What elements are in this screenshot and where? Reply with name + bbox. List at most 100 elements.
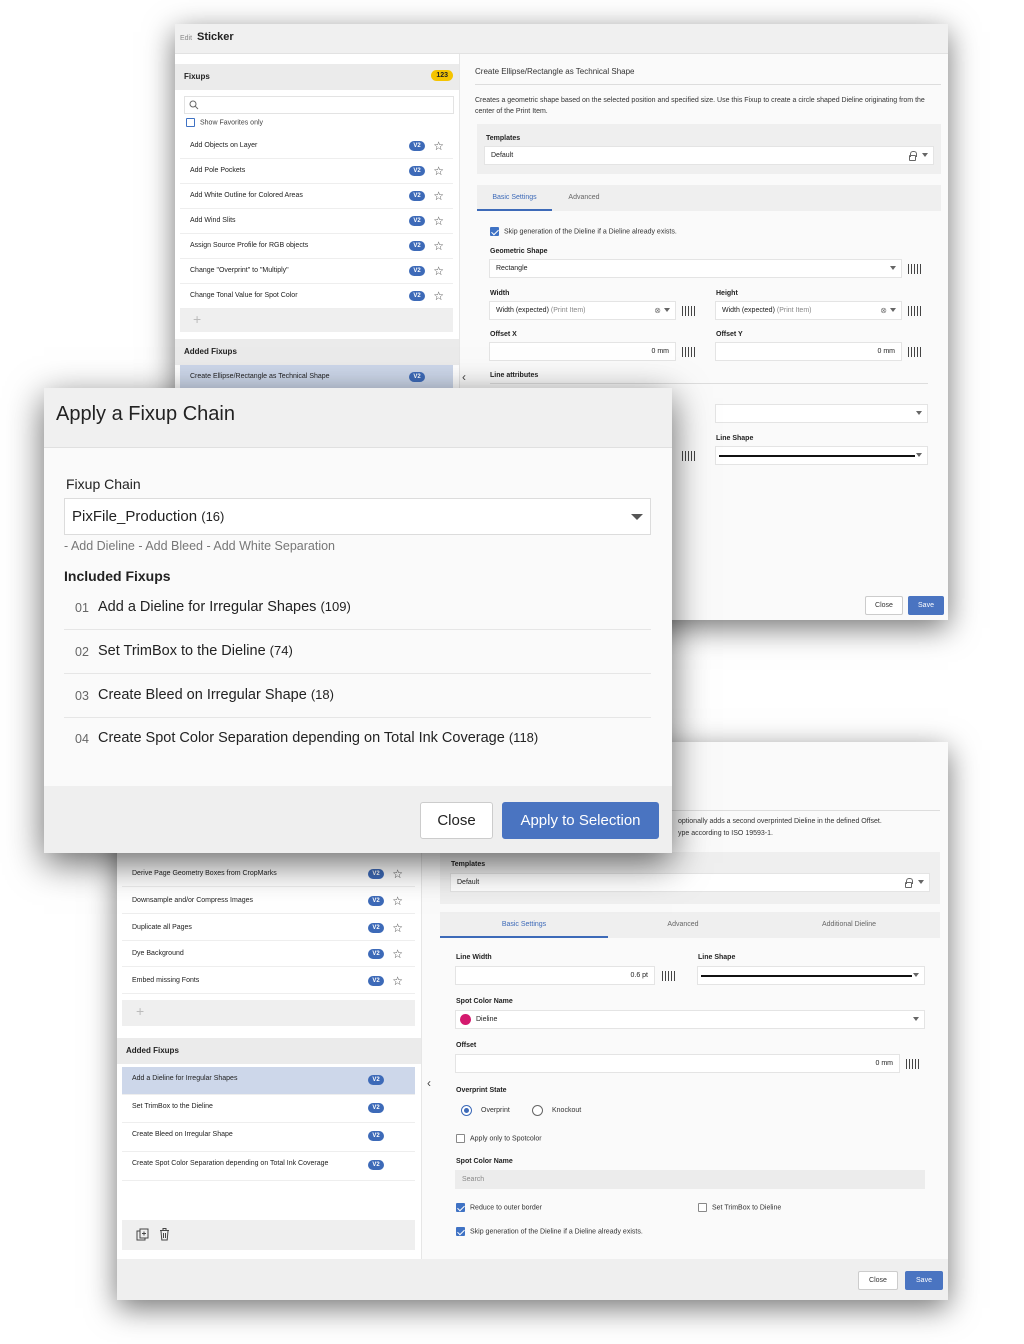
skip-generation-checkbox[interactable] xyxy=(456,1227,465,1236)
star-icon[interactable]: ☆ xyxy=(392,922,403,934)
fixup-description-line1: optionally adds a second overprinted Die… xyxy=(678,818,882,825)
apply-to-selection-button[interactable]: Apply to Selection xyxy=(502,802,659,839)
list-item[interactable]: Create Spot Color Separation depending o… xyxy=(122,1152,415,1181)
star-icon[interactable]: ☆ xyxy=(433,140,444,152)
spot-color-select[interactable]: Dieline xyxy=(455,1010,925,1029)
line-color-select[interactable] xyxy=(715,404,928,423)
skip-generation-option[interactable]: Skip generation of the Dieline if a Diel… xyxy=(456,1227,643,1236)
version-badge: V2 xyxy=(409,216,425,226)
list-item[interactable]: Assign Source Profile for RGB objects V2 ☆ xyxy=(180,234,453,259)
list-item[interactable]: Set TrimBox to the Dieline V2 xyxy=(122,1095,415,1123)
reduce-outer-checkbox[interactable] xyxy=(456,1203,465,1212)
close-button[interactable]: Close xyxy=(858,1271,898,1290)
close-button[interactable]: Close xyxy=(420,802,493,839)
skip-generation-checkbox[interactable] xyxy=(490,227,499,236)
tab-additional-dieline[interactable]: Additional Dieline xyxy=(758,912,940,938)
list-item[interactable]: Embed missing Fonts V2 ☆ xyxy=(122,969,415,994)
line-width-label: Line Width xyxy=(456,954,492,961)
variable-icon[interactable] xyxy=(908,347,922,357)
save-button[interactable]: Save xyxy=(905,1271,943,1290)
variable-icon[interactable] xyxy=(908,306,922,316)
show-favorites-toggle[interactable]: Show Favorites only xyxy=(186,118,263,127)
list-item[interactable]: Change "Overprint" to "Multiply" V2 ☆ xyxy=(180,259,453,284)
apply-only-spot-option[interactable]: Apply only to Spotcolor xyxy=(456,1134,542,1143)
offset-input[interactable]: 0 mm xyxy=(455,1054,900,1073)
templates-select[interactable]: Default xyxy=(484,146,934,165)
fixup-chain-select[interactable]: PixFile_Production (16) xyxy=(64,498,651,535)
line-width-input[interactable]: 0.6 pt xyxy=(455,966,655,985)
variable-icon[interactable] xyxy=(682,347,696,357)
list-item[interactable]: Add Objects on Layer V2 ☆ xyxy=(180,134,453,159)
list-item[interactable]: Add a Dieline for Irregular Shapes V2 xyxy=(122,1067,415,1095)
set-trimbox-checkbox[interactable] xyxy=(698,1203,707,1212)
variable-icon[interactable] xyxy=(906,1059,920,1069)
list-item[interactable]: Create Ellipse/Rectangle as Technical Sh… xyxy=(180,365,453,390)
added-fixups-label: Added Fixups xyxy=(184,347,237,356)
offset-x-input[interactable]: 0 mm xyxy=(489,342,676,361)
close-button[interactable]: Close xyxy=(865,596,903,615)
height-select[interactable]: Width (expected) (Print Item) ⊗ xyxy=(715,301,902,320)
item-name: Create Bleed on Irregular Shape xyxy=(98,687,307,703)
skip-generation-label: Skip generation of the Dieline if a Diel… xyxy=(470,1228,643,1236)
offset-y-input[interactable]: 0 mm xyxy=(715,342,902,361)
width-label: Width xyxy=(490,290,510,297)
list-item[interactable]: Add White Outline for Colored Areas V2 ☆ xyxy=(180,184,453,209)
variable-icon[interactable] xyxy=(682,451,696,461)
clear-icon[interactable]: ⊗ xyxy=(654,306,661,315)
list-item[interactable]: Add Pole Pockets V2 ☆ xyxy=(180,159,453,184)
star-icon[interactable]: ☆ xyxy=(433,215,444,227)
collapse-panel-icon[interactable]: ‹ xyxy=(427,1076,431,1090)
star-icon[interactable]: ☆ xyxy=(392,868,403,880)
list-item[interactable]: Downsample and/or Compress Images V2 ☆ xyxy=(122,889,415,914)
width-select[interactable]: Width (expected) (Print Item) ⊗ xyxy=(489,301,676,320)
show-favorites-checkbox[interactable] xyxy=(186,118,195,127)
geometric-shape-select[interactable]: Rectangle xyxy=(489,259,902,278)
trash-icon[interactable] xyxy=(159,1228,170,1241)
list-item: 02 Set TrimBox to the Dieline (74) xyxy=(64,631,651,674)
variable-icon[interactable] xyxy=(682,306,696,316)
chevron-down-icon xyxy=(890,266,896,270)
search-input[interactable] xyxy=(184,96,454,114)
save-button[interactable]: Save xyxy=(908,596,944,615)
star-icon[interactable]: ☆ xyxy=(433,165,444,177)
knockout-radio[interactable] xyxy=(532,1105,543,1116)
set-trimbox-option[interactable]: Set TrimBox to Dieline xyxy=(698,1203,781,1212)
tab-advanced[interactable]: Advanced xyxy=(608,912,758,938)
plus-icon[interactable]: + xyxy=(136,1003,144,1019)
star-icon[interactable]: ☆ xyxy=(433,190,444,202)
list-item[interactable]: Derive Page Geometry Boxes from CropMark… xyxy=(122,862,415,887)
clear-icon[interactable]: ⊗ xyxy=(880,306,887,315)
version-badge: V2 xyxy=(368,923,384,933)
tab-advanced[interactable]: Advanced xyxy=(552,185,616,211)
skip-generation-option[interactable]: Skip generation of the Dieline if a Diel… xyxy=(490,227,677,236)
list-item[interactable]: Add Wind Slits V2 ☆ xyxy=(180,209,453,234)
list-item[interactable]: Dye Background V2 ☆ xyxy=(122,942,415,967)
list-item[interactable]: Duplicate all Pages V2 ☆ xyxy=(122,916,415,941)
tab-basic-settings[interactable]: Basic Settings xyxy=(477,185,552,211)
duplicate-icon[interactable] xyxy=(136,1228,149,1241)
line-shape-select[interactable] xyxy=(715,446,928,465)
reduce-outer-option[interactable]: Reduce to outer border xyxy=(456,1203,542,1212)
list-item[interactable]: Create Bleed on Irregular Shape V2 xyxy=(122,1123,415,1152)
fixup-label: Embed missing Fonts xyxy=(132,977,200,984)
dialog-header: Apply a Fixup Chain xyxy=(44,388,672,448)
lock-icon[interactable] xyxy=(909,151,917,161)
tab-basic-settings[interactable]: Basic Settings xyxy=(440,912,608,938)
collapse-panel-icon[interactable]: ‹ xyxy=(462,370,466,384)
star-icon[interactable]: ☆ xyxy=(433,265,444,277)
star-icon[interactable]: ☆ xyxy=(392,948,403,960)
list-item[interactable]: Change Tonal Value for Spot Color V2 ☆ xyxy=(180,284,453,309)
star-icon[interactable]: ☆ xyxy=(433,290,444,302)
lock-icon[interactable] xyxy=(905,878,913,888)
plus-icon[interactable]: + xyxy=(193,311,201,327)
variable-icon[interactable] xyxy=(908,264,922,274)
variable-icon[interactable] xyxy=(662,971,676,981)
line-shape-select[interactable] xyxy=(697,966,925,985)
spot-color-search-input[interactable]: Search xyxy=(455,1170,925,1189)
star-icon[interactable]: ☆ xyxy=(433,240,444,252)
templates-select[interactable]: Default xyxy=(450,873,930,892)
apply-only-spot-checkbox[interactable] xyxy=(456,1134,465,1143)
star-icon[interactable]: ☆ xyxy=(392,975,403,987)
overprint-radio[interactable] xyxy=(461,1105,472,1116)
star-icon[interactable]: ☆ xyxy=(392,895,403,907)
